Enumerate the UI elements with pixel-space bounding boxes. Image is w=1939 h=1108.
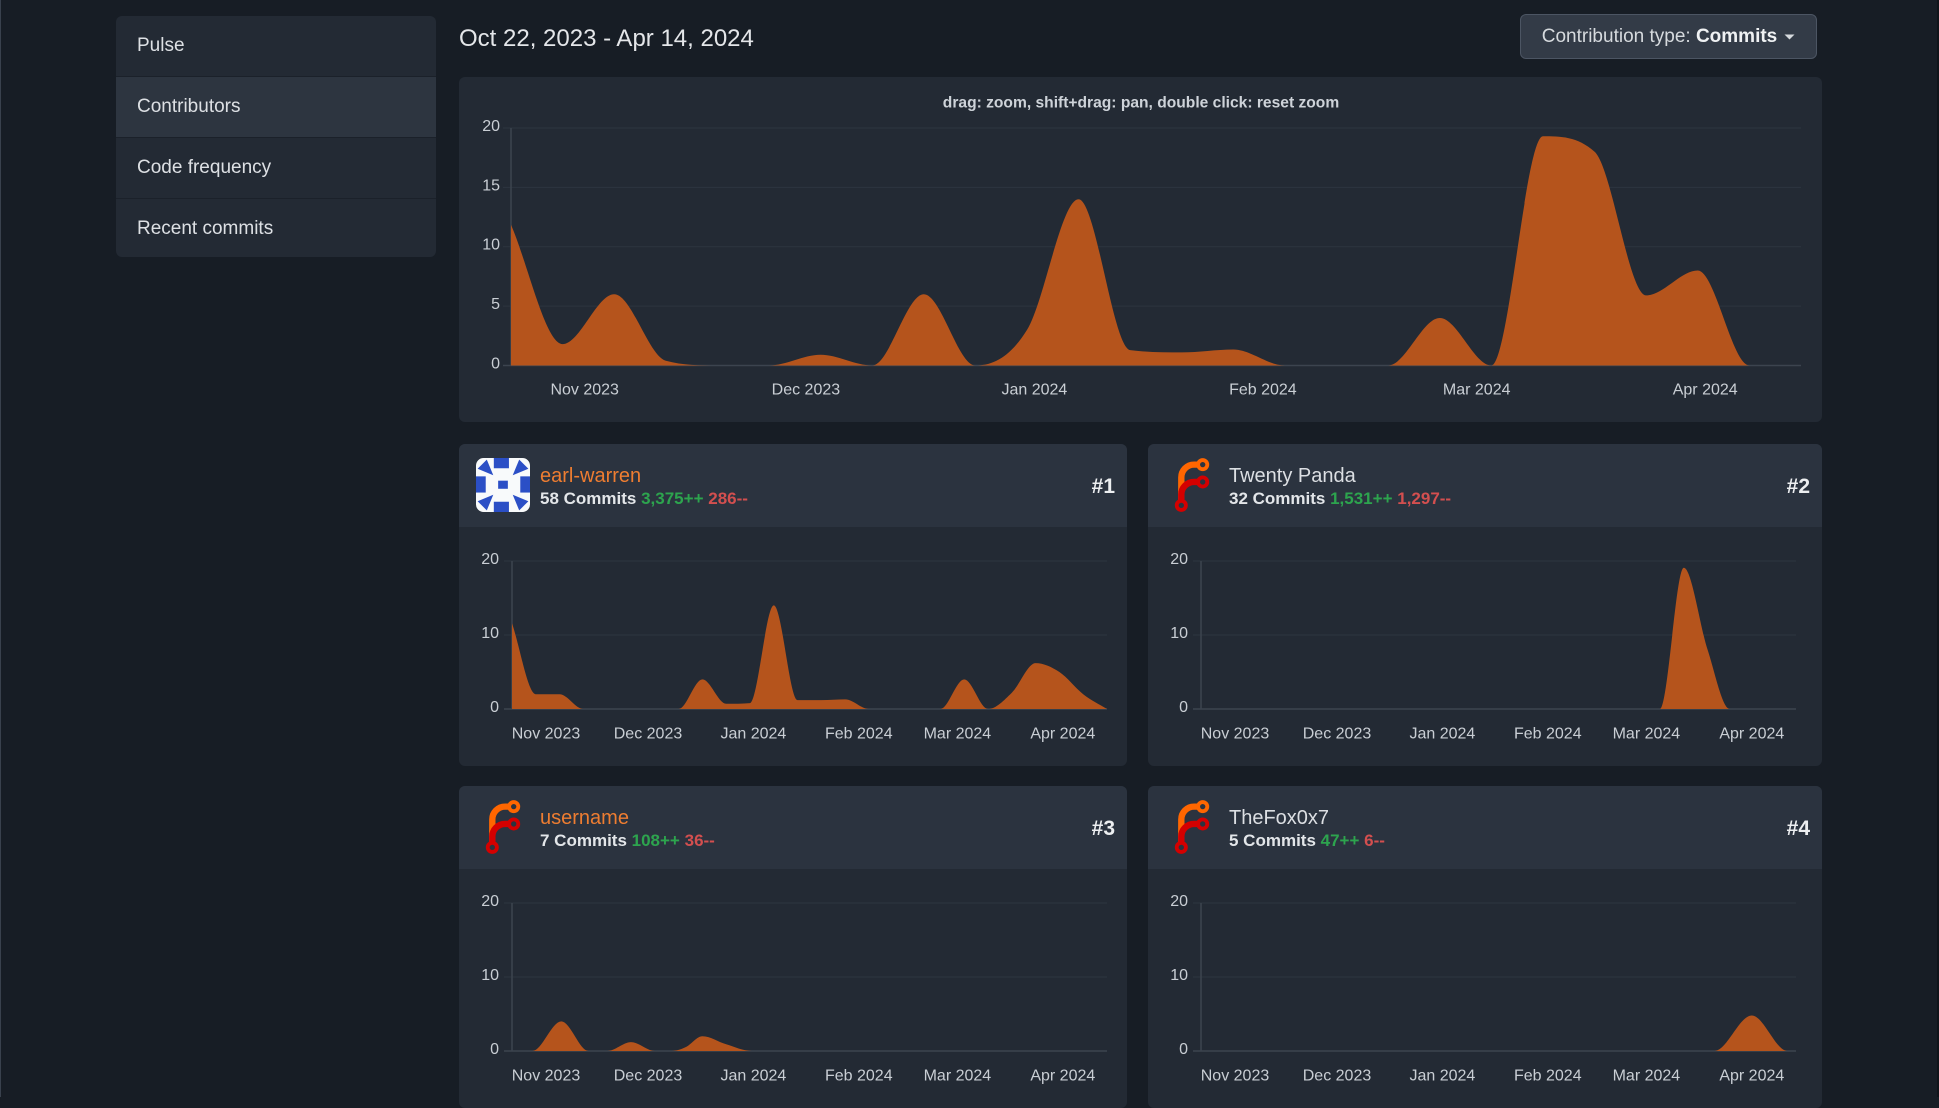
svg-text:drag: zoom, shift+drag: pan, d: drag: zoom, shift+drag: pan, double clic…	[943, 95, 1339, 112]
svg-text:Mar 2024: Mar 2024	[1443, 382, 1511, 399]
svg-text:15: 15	[482, 177, 500, 194]
svg-text:Dec 2023: Dec 2023	[772, 382, 841, 399]
svg-text:10: 10	[482, 237, 500, 254]
svg-text:Feb 2024: Feb 2024	[1229, 382, 1297, 399]
svg-text:Apr 2024: Apr 2024	[1673, 382, 1738, 399]
svg-text:5: 5	[491, 296, 500, 313]
svg-text:Jan 2024: Jan 2024	[1001, 382, 1067, 399]
svg-text:20: 20	[482, 118, 500, 135]
svg-text:Nov 2023: Nov 2023	[550, 382, 619, 399]
svg-text:0: 0	[491, 356, 500, 373]
